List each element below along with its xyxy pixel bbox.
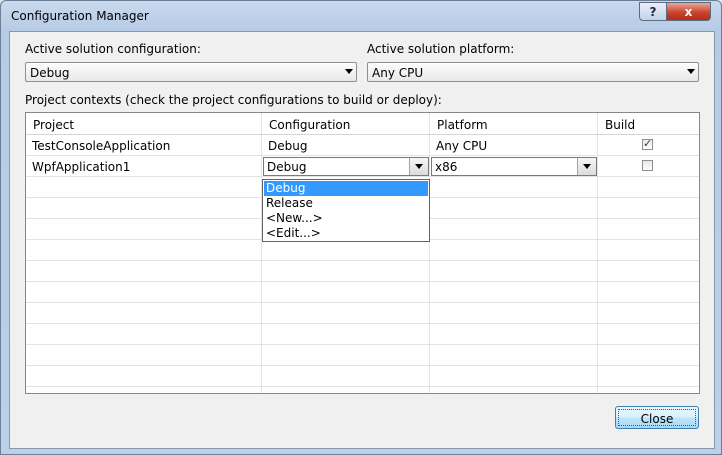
window-close-button[interactable]: x	[666, 2, 711, 21]
window-title: Configuration Manager	[11, 9, 149, 23]
empty-grid-cell	[26, 324, 262, 345]
configuration-manager-window: Configuration Manager ? x Active solutio…	[0, 0, 722, 455]
chevron-down-icon[interactable]	[577, 158, 596, 175]
active-solution-configuration-label: Active solution configuration:	[25, 42, 201, 56]
table-row-configuration[interactable]: Debug	[262, 135, 430, 156]
empty-grid-cell	[430, 240, 598, 261]
empty-grid-cell	[598, 198, 699, 219]
project-contexts-grid[interactable]: Project Configuration Platform Build Tes…	[25, 112, 700, 394]
project-contexts-label: Project contexts (check the project conf…	[25, 93, 442, 107]
empty-grid-cell	[430, 345, 598, 366]
empty-grid-cell	[262, 387, 430, 393]
title-bar[interactable]: Configuration Manager ? x	[1, 1, 721, 31]
dropdown-option-new[interactable]: <New...>	[264, 211, 428, 226]
empty-grid-cell	[598, 240, 699, 261]
empty-grid-cell	[430, 303, 598, 324]
dropdown-option-debug[interactable]: Debug	[264, 181, 428, 196]
build-checkbox[interactable]	[642, 137, 653, 150]
empty-grid-cell	[598, 219, 699, 240]
empty-grid-cell	[430, 177, 598, 198]
chevron-down-icon	[345, 69, 353, 74]
active-solution-platform-label: Active solution platform:	[367, 42, 515, 56]
empty-grid-cell	[598, 303, 699, 324]
help-icon: ?	[649, 4, 657, 19]
empty-grid-cell	[430, 261, 598, 282]
empty-grid-cell	[430, 387, 598, 393]
empty-grid-cell	[26, 198, 262, 219]
empty-grid-cell	[598, 345, 699, 366]
empty-grid-cell	[598, 261, 699, 282]
empty-grid-cell	[430, 324, 598, 345]
table-row-project: WpfApplication1	[26, 156, 262, 177]
help-button[interactable]: ?	[639, 2, 667, 21]
empty-grid-cell	[598, 324, 699, 345]
empty-grid-cell	[26, 303, 262, 324]
empty-grid-cell	[262, 366, 430, 387]
empty-grid-cell	[26, 366, 262, 387]
empty-grid-cell	[430, 282, 598, 303]
dropdown-option-release[interactable]: Release	[264, 196, 428, 211]
platform-combo[interactable]: x86	[431, 157, 597, 176]
empty-grid-cell	[26, 261, 262, 282]
empty-grid-cell	[262, 324, 430, 345]
empty-grid-cell	[26, 345, 262, 366]
table-row-build-cell	[598, 156, 699, 177]
empty-grid-cell	[598, 366, 699, 387]
empty-grid-cell	[26, 177, 262, 198]
table-row-project: TestConsoleApplication	[26, 135, 262, 156]
empty-grid-cell	[262, 282, 430, 303]
close-icon: x	[684, 4, 693, 19]
close-button-label: Close	[640, 411, 674, 426]
table-row-platform[interactable]: Any CPU	[430, 135, 598, 156]
active-solution-configuration-value: Debug	[30, 66, 70, 80]
table-row-platform-cell: x86	[430, 156, 598, 177]
empty-grid-cell	[430, 366, 598, 387]
configuration-dropdown-list[interactable]: Debug Release <New...> <Edit...>	[262, 179, 430, 242]
close-button[interactable]: Close	[615, 406, 699, 429]
chevron-down-icon	[687, 69, 695, 74]
column-header-build[interactable]: Build	[598, 113, 699, 135]
configuration-combo-value: Debug	[267, 160, 307, 174]
empty-grid-cell	[598, 282, 699, 303]
empty-grid-cell	[26, 282, 262, 303]
dialog-body: Active solution configuration: Debug Act…	[9, 31, 715, 449]
empty-grid-cell	[262, 261, 430, 282]
empty-grid-cell	[262, 345, 430, 366]
empty-grid-cell	[262, 240, 430, 261]
column-header-platform[interactable]: Platform	[430, 113, 598, 135]
empty-grid-cell	[26, 219, 262, 240]
column-header-configuration[interactable]: Configuration	[262, 113, 430, 135]
configuration-combo[interactable]: Debug	[263, 157, 429, 176]
build-checkbox[interactable]	[642, 160, 653, 171]
platform-combo-value: x86	[435, 160, 458, 174]
table-row-configuration-cell: Debug	[262, 156, 430, 177]
empty-grid-cell	[430, 219, 598, 240]
active-solution-configuration-combo[interactable]: Debug	[25, 62, 357, 82]
empty-grid-cell	[598, 387, 699, 393]
chevron-down-icon[interactable]	[409, 158, 428, 175]
empty-grid-cell	[26, 240, 262, 261]
empty-grid-cell	[26, 387, 262, 393]
column-header-project[interactable]: Project	[26, 113, 262, 135]
active-solution-platform-value: Any CPU	[372, 66, 424, 80]
active-solution-platform-combo[interactable]: Any CPU	[367, 62, 699, 82]
dropdown-option-edit[interactable]: <Edit...>	[264, 226, 428, 241]
empty-grid-cell	[430, 198, 598, 219]
empty-grid-cell	[262, 303, 430, 324]
table-row-build-cell	[598, 135, 699, 156]
empty-grid-cell	[598, 177, 699, 198]
